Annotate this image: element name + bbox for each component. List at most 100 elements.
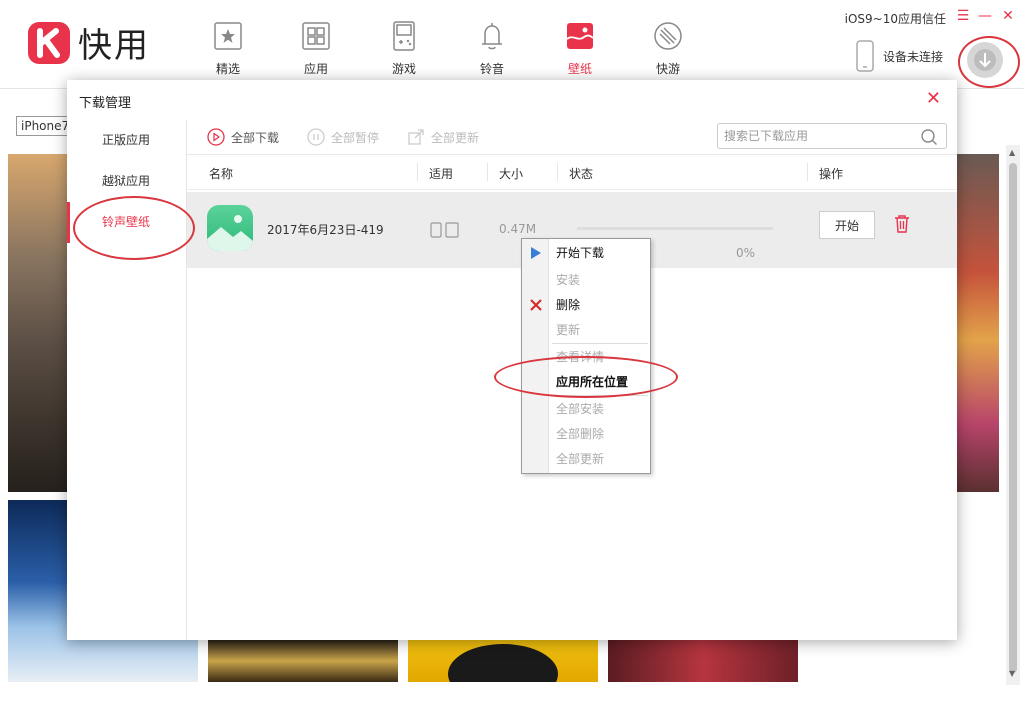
wallpaper-thumbnail[interactable] [957, 154, 999, 492]
scrollbar-thumb[interactable] [1009, 163, 1017, 673]
nav-item-games[interactable]: 游戏 [360, 0, 448, 88]
column-divider [557, 163, 558, 181]
nav-label: 快游 [655, 62, 680, 76]
nav-label: 精选 [215, 62, 240, 76]
minimize-icon[interactable]: — [977, 8, 993, 24]
menu-item-view-details[interactable]: 查看详情 [522, 345, 650, 369]
trash-icon[interactable] [893, 214, 911, 234]
update-all-button[interactable]: 全部更新 [407, 128, 479, 146]
menu-icon[interactable]: ☰ [955, 8, 971, 24]
download-arrow-icon [974, 49, 996, 71]
window-title[interactable]: iOS9~10应用信任 [845, 10, 946, 27]
search-input[interactable] [718, 124, 908, 148]
download-manager-dialog: 下载管理 ✕ 正版应用 越狱应用 铃声壁纸 全部下载 全部暂停 全部更新 搜索已… [67, 80, 957, 640]
delete-x-icon [530, 299, 542, 311]
column-status: 状态 [569, 167, 594, 181]
play-icon [531, 247, 541, 259]
menu-item-label: 安装 [556, 273, 581, 287]
wallpaper-app-icon [207, 205, 253, 251]
menu-item-label: 开始下载 [556, 246, 605, 260]
nav-label: 应用 [303, 62, 328, 76]
nav-item-featured[interactable]: 精选 [184, 0, 272, 88]
column-divider [807, 163, 808, 181]
menu-item-delete-all[interactable]: 全部删除 [522, 422, 650, 446]
app-name: 快用 [78, 26, 150, 66]
main-nav: 精选 应用 游戏 铃音 壁纸 快游 [184, 0, 712, 88]
menu-item-start-download[interactable]: 开始下载 [522, 241, 650, 265]
close-icon[interactable]: ✕ [926, 88, 941, 109]
column-size: 大小 [499, 167, 524, 181]
column-divider [417, 163, 418, 181]
app-logo: 快用 [28, 18, 150, 67]
nav-label: 铃音 [479, 62, 504, 76]
search-icon[interactable] [920, 128, 938, 146]
menu-item-install[interactable]: 安装 [522, 268, 650, 292]
menu-item-label: 全部更新 [556, 452, 605, 466]
nav-label: 游戏 [391, 62, 416, 76]
grid-icon [302, 22, 330, 50]
wallpaper-icon [566, 23, 594, 49]
column-divider [487, 163, 488, 181]
sidebar-item-official-apps[interactable]: 正版应用 [67, 120, 186, 161]
gamepad-icon [393, 21, 415, 51]
compat-icons [430, 222, 459, 238]
item-name: 2017年6月23日-419 [267, 223, 384, 237]
download-search-box [717, 123, 947, 149]
menu-item-open-location[interactable]: 应用所在位置 [522, 370, 650, 394]
dialog-sidebar: 正版应用 越狱应用 铃声壁纸 [67, 120, 187, 640]
wallpaper-thumbnail[interactable] [608, 640, 798, 682]
nav-label: 壁纸 [567, 62, 592, 76]
menu-separator [552, 395, 648, 396]
download-manager-button[interactable] [967, 42, 1003, 78]
pause-all-button[interactable]: 全部暂停 [307, 128, 379, 146]
update-icon [408, 129, 424, 145]
progress-percent: 0% [736, 246, 756, 260]
star-icon [214, 22, 242, 50]
bell-icon [482, 23, 502, 50]
menu-item-label: 应用所在位置 [556, 375, 629, 389]
download-toolbar: 全部下载 全部暂停 全部更新 [187, 120, 957, 155]
play-circle-icon [207, 128, 225, 146]
scroll-down-icon[interactable]: ▼ [1009, 669, 1015, 678]
device-status-text: 设备未连接 [883, 49, 944, 64]
menu-item-update[interactable]: 更新 [522, 318, 650, 342]
column-compat: 适用 [429, 167, 454, 181]
device-status[interactable]: 设备未连接 [855, 40, 943, 72]
start-all-button[interactable]: 全部下载 [207, 128, 279, 146]
menu-item-delete[interactable]: 删除 [522, 293, 650, 317]
gallery-scrollbar[interactable]: ▲ ▼ [1006, 145, 1020, 685]
start-button[interactable]: 开始 [819, 211, 875, 239]
sidebar-item-jailbreak-apps[interactable]: 越狱应用 [67, 161, 186, 202]
menu-item-label: 删除 [556, 298, 581, 312]
dialog-title: 下载管理 [79, 96, 132, 111]
column-name: 名称 [209, 167, 234, 181]
rocket-icon [654, 22, 682, 50]
menu-item-label: 更新 [556, 323, 581, 337]
nav-item-quickgames[interactable]: 快游 [624, 0, 712, 88]
wallpaper-thumbnail[interactable] [208, 640, 398, 682]
menu-item-install-all[interactable]: 全部安装 [522, 397, 650, 421]
phone-icon [856, 40, 874, 72]
top-bar: 快用 精选 应用 游戏 铃音 壁纸 快游 iOS9~10应用信任 ☰ — ✕ 设… [0, 0, 1024, 88]
nav-item-ringtones[interactable]: 铃音 [448, 0, 536, 88]
wallpaper-thumbnail[interactable] [408, 640, 598, 682]
pause-all-label: 全部暂停 [331, 130, 380, 145]
close-window-icon[interactable]: ✕ [1000, 8, 1016, 24]
ipad-icon [445, 222, 459, 238]
column-action: 操作 [819, 167, 844, 181]
sidebar-item-ringtones-wallpapers[interactable]: 铃声壁纸 [67, 202, 186, 243]
menu-item-update-all[interactable]: 全部更新 [522, 447, 650, 471]
iphone-icon [430, 222, 442, 238]
pause-circle-icon [307, 128, 325, 146]
progress-bar [577, 227, 773, 230]
menu-separator [552, 343, 648, 344]
nav-item-apps[interactable]: 应用 [272, 0, 360, 88]
nav-item-wallpapers[interactable]: 壁纸 [536, 0, 624, 88]
start-all-label: 全部下载 [231, 130, 280, 145]
menu-item-label: 全部安装 [556, 402, 605, 416]
item-size: 0.47M [499, 222, 537, 236]
scroll-up-icon[interactable]: ▲ [1009, 148, 1015, 157]
wallpaper-thumbnail[interactable] [8, 154, 68, 492]
update-all-label: 全部更新 [431, 130, 480, 145]
context-menu: 开始下载 安装 删除 更新 查看详情 应用所在位置 全部安装 全部删除 全部更新 [521, 238, 651, 474]
